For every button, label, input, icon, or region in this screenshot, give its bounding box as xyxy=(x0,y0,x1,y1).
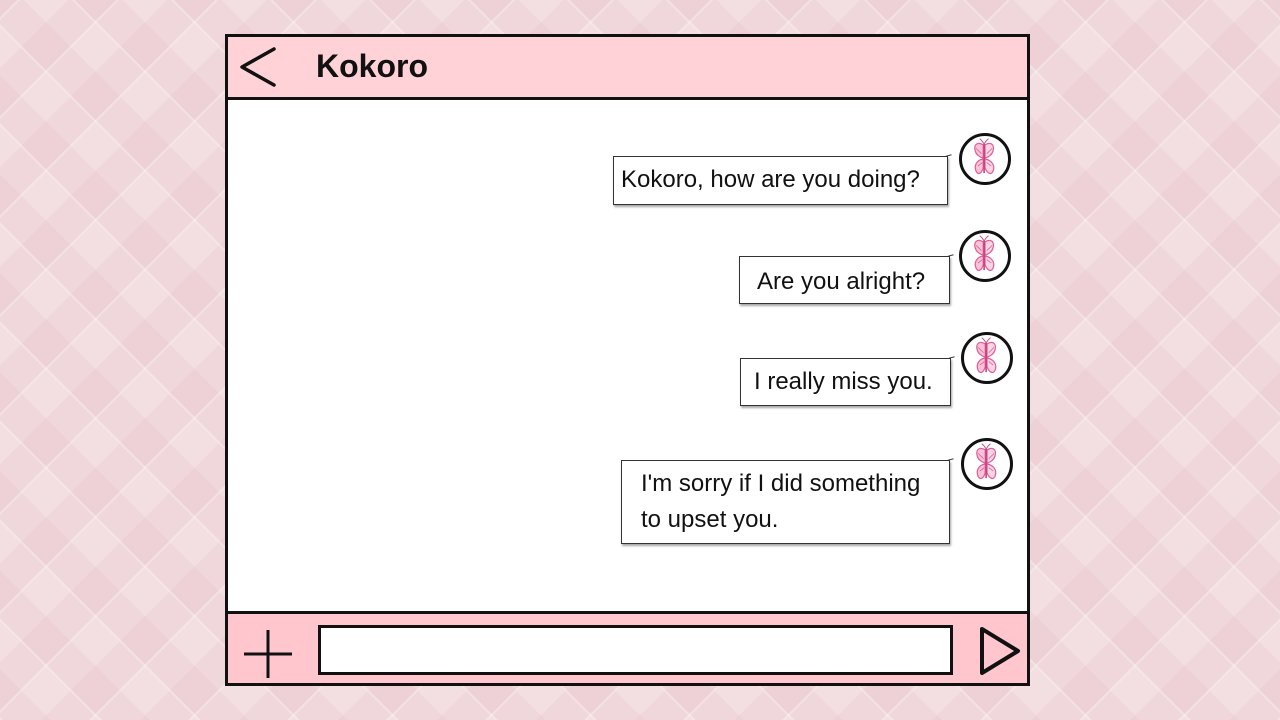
message-text: I'm sorry if I did something to upset yo… xyxy=(641,470,921,533)
contact-name: Kokoro xyxy=(316,48,428,84)
back-button[interactable] xyxy=(236,43,282,89)
send-icon xyxy=(980,627,1020,675)
butterfly-icon xyxy=(976,336,997,374)
message-text: Kokoro, how are you doing? xyxy=(621,166,920,193)
chevron-left-icon xyxy=(240,47,276,87)
send-button[interactable] xyxy=(978,626,1022,676)
avatar[interactable] xyxy=(961,332,1013,384)
message-bubble: I really miss you. xyxy=(740,358,951,406)
chat-window: Kokoro Kokoro, how are you doing? Are yo… xyxy=(225,34,1030,686)
add-attachment-button[interactable] xyxy=(242,628,294,680)
message-bubble: Are you alright? xyxy=(739,256,950,304)
message-list[interactable]: Kokoro, how are you doing? Are you alrig… xyxy=(228,100,1027,611)
avatar[interactable] xyxy=(959,133,1011,185)
butterfly-icon xyxy=(974,137,995,175)
avatar[interactable] xyxy=(959,230,1011,282)
avatar[interactable] xyxy=(961,438,1013,490)
butterfly-icon xyxy=(976,442,997,480)
message-bubble: Kokoro, how are you doing? xyxy=(613,156,948,205)
chat-header: Kokoro xyxy=(228,37,1027,100)
composer-bar xyxy=(228,611,1027,683)
message-text: Are you alright? xyxy=(757,268,926,295)
plus-icon xyxy=(244,630,292,678)
butterfly-icon xyxy=(974,234,995,272)
message-bubble: I'm sorry if I did something to upset yo… xyxy=(621,460,950,544)
message-text: I really miss you. xyxy=(754,368,933,395)
message-input[interactable] xyxy=(318,625,953,675)
